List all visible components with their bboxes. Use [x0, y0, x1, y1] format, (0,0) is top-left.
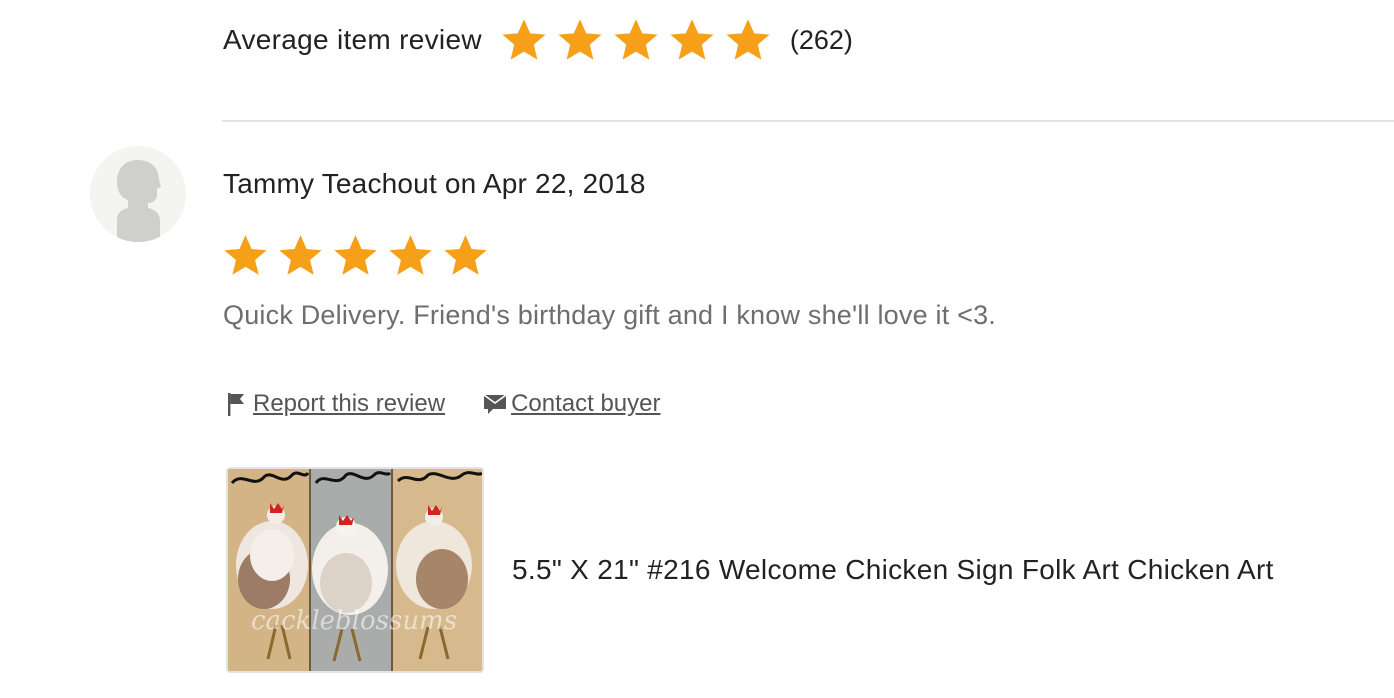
average-rating-stars [500, 16, 780, 64]
default-avatar-icon[interactable] [90, 146, 186, 242]
star-icon [612, 16, 660, 64]
message-icon [483, 391, 507, 417]
average-review-row: Average item review (262) [223, 8, 853, 72]
star-icon [724, 16, 772, 64]
star-icon [442, 232, 489, 279]
average-review-label: Average item review [223, 24, 482, 55]
listing-title[interactable]: 5.5" X 21" #216 Welcome Chicken Sign Fol… [512, 554, 1274, 586]
star-icon [332, 232, 379, 279]
star-icon [556, 16, 604, 64]
star-icon [222, 232, 269, 279]
reviews-section: Average item review (262) Tammy Teachout… [0, 0, 1394, 698]
section-divider [222, 120, 1394, 122]
report-review-label: Report this review [253, 390, 446, 417]
reviewed-listing: cackleblossums 5.5" X 21" #216 Welcome C… [226, 467, 1274, 673]
star-icon [387, 232, 434, 279]
review-actions: Report this review Contact buyer [225, 390, 661, 418]
listing-thumbnail[interactable]: cackleblossums [226, 467, 484, 673]
report-review-link[interactable]: Report this review [225, 390, 445, 418]
review-text: Quick Delivery. Friend's birthday gift a… [223, 300, 996, 330]
star-icon [668, 16, 716, 64]
review-rating-stars [222, 232, 497, 279]
contact-buyer-label: Contact buyer [511, 390, 661, 417]
reviewer-line: Tammy Teachout on Apr 22, 2018 [223, 168, 646, 199]
star-icon [500, 16, 548, 64]
flag-icon [225, 391, 249, 417]
listing-thumbnail-watermark: cackleblossums [251, 606, 457, 636]
star-icon [277, 232, 324, 279]
review-count: (262) [789, 24, 853, 55]
contact-buyer-link[interactable]: Contact buyer [483, 390, 661, 418]
